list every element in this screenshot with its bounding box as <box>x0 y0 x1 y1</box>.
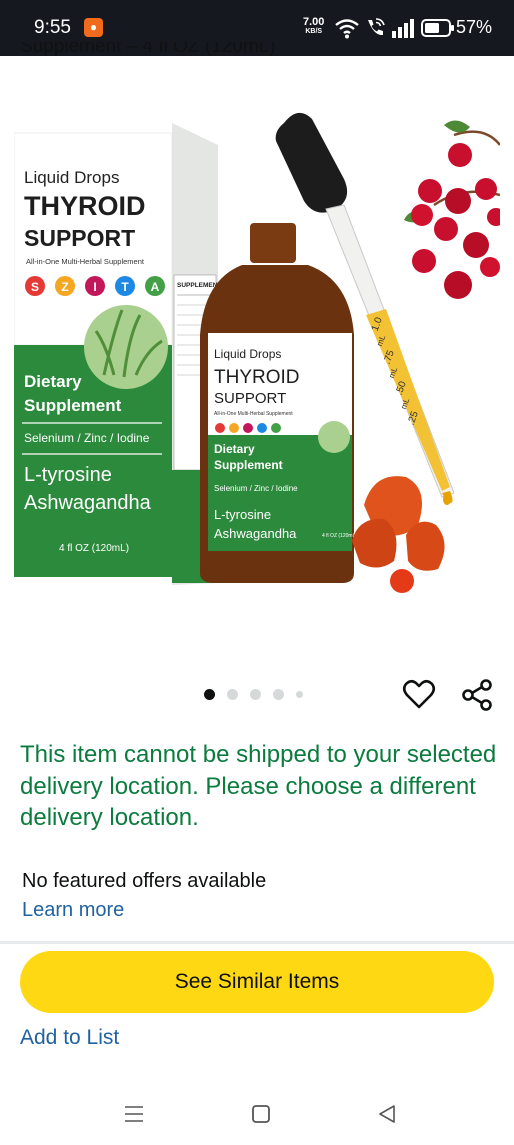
carousel-dot-3[interactable] <box>250 689 261 700</box>
box-liquid-drops: Liquid Drops <box>24 168 119 187</box>
svg-text:I: I <box>93 280 96 294</box>
bottle-volume: 4 fl OZ (120mL) <box>322 533 357 539</box>
box-minerals: Selenium / Zinc / Iodine <box>24 431 150 445</box>
box-support: SUPPORT <box>24 225 135 251</box>
next-section-heading: Size & weight <box>22 1074 164 1083</box>
svg-text:S: S <box>31 280 39 294</box>
home-icon[interactable] <box>250 1103 272 1125</box>
product-title: Supplement – 4 fl OZ (120mL) <box>20 42 276 57</box>
wifi-icon <box>335 19 359 39</box>
carousel-dot-2[interactable] <box>227 689 238 700</box>
bottle-ashwagandha: Ashwagandha <box>214 526 297 541</box>
box-volume: 4 fl OZ (120mL) <box>59 543 129 554</box>
bottle-liquid-drops: Liquid Drops <box>214 347 281 361</box>
bottle-tagline: All-in-One Multi-Herbal Supplement <box>214 411 293 417</box>
heart-icon[interactable] <box>402 678 436 712</box>
battery-percent: 57% <box>456 17 493 37</box>
learn-more-link[interactable]: Learn more <box>22 899 124 922</box>
carousel-dots[interactable] <box>204 689 303 700</box>
box-ltyrosine: L-tyrosine <box>24 464 112 486</box>
wifi-call-icon <box>368 18 385 36</box>
see-similar-items-button[interactable]: See Similar Items <box>20 951 494 1013</box>
berries-image <box>404 120 500 299</box>
svg-text:Z: Z <box>61 280 68 294</box>
battery-icon <box>421 19 454 37</box>
signal-icon <box>392 19 414 38</box>
box-ashwagandha: Ashwagandha <box>24 492 152 514</box>
system-nav-bar <box>0 1085 514 1145</box>
add-to-list-link[interactable]: Add to List <box>20 1026 119 1050</box>
product-image[interactable]: SUPPLEMENT FACTS Liquid Drops THYROID SU… <box>14 105 500 605</box>
bottle-supplement: Supplement <box>214 458 283 472</box>
share-icon[interactable] <box>460 678 494 712</box>
svg-text:A: A <box>151 280 160 294</box>
shipping-warning: This item cannot be shipped to your sele… <box>20 741 497 831</box>
carousel-dot-5[interactable] <box>296 691 303 698</box>
no-offers-text: No featured offers available <box>22 870 267 892</box>
physalis-image <box>352 476 445 593</box>
app-notification-icon: ● <box>84 18 103 37</box>
net-speed-unit: KB/S <box>305 28 323 35</box>
bottle-dietary: Dietary <box>214 442 255 456</box>
bottle-minerals: Selenium / Zinc / Iodine <box>214 484 298 493</box>
menu-icon[interactable] <box>123 1103 145 1125</box>
bottle-thyroid: THYROID <box>214 367 300 388</box>
box-tagline: All-in-One Multi-Herbal Supplement <box>26 257 145 266</box>
box-supplement: Supplement <box>24 396 122 415</box>
back-icon[interactable] <box>376 1103 398 1125</box>
section-divider <box>0 941 514 944</box>
carousel-dot-4[interactable] <box>273 689 284 700</box>
box-thyroid: THYROID <box>24 191 146 221</box>
net-speed: 7.00 KB/S <box>303 17 324 37</box>
bottle-ltyrosine: L-tyrosine <box>214 507 271 522</box>
status-time: 9:55 <box>34 17 71 38</box>
carousel-dot-1[interactable] <box>204 689 215 700</box>
svg-text:T: T <box>121 280 129 294</box>
box-dietary: Dietary <box>24 372 82 391</box>
bottle-support: SUPPORT <box>214 390 286 407</box>
